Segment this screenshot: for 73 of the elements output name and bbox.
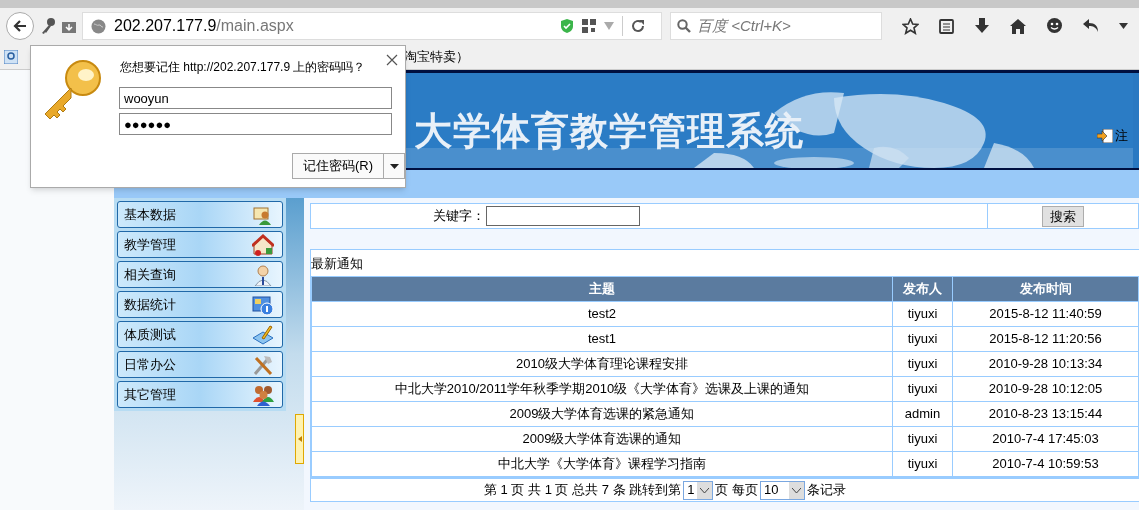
key-icon[interactable] bbox=[40, 17, 56, 35]
sidebar-item[interactable]: 体质测试 bbox=[117, 321, 283, 348]
table-cell: 中北大学《大学体育》课程学习指南 bbox=[311, 451, 893, 477]
pencil-icon bbox=[252, 323, 274, 346]
close-icon[interactable] bbox=[386, 54, 398, 66]
table-cell: 2010-9-28 10:13:34 bbox=[952, 351, 1139, 377]
table-cell: tiyuxi bbox=[892, 451, 953, 477]
back-button[interactable] bbox=[6, 12, 34, 40]
table-cell: 2010-9-28 10:12:05 bbox=[952, 376, 1139, 402]
caret-icon bbox=[792, 487, 802, 493]
search-icon bbox=[677, 19, 691, 33]
bookmark-icon[interactable] bbox=[4, 49, 18, 64]
tools-icon bbox=[252, 353, 274, 376]
sidebar-item[interactable]: 数据统计 bbox=[117, 291, 283, 318]
table-cell: 2015-8-12 11:40:59 bbox=[952, 301, 1139, 327]
sidebar-item[interactable]: 相关查询 bbox=[117, 261, 283, 288]
sidebar-item[interactable]: 其它管理 bbox=[117, 381, 283, 408]
remember-password-button[interactable]: 记住密码(R) bbox=[293, 154, 385, 178]
table-cell: 2010-8-23 13:15:44 bbox=[952, 401, 1139, 427]
page-size-select[interactable]: 10 bbox=[760, 480, 806, 500]
table-cell: tiyuxi bbox=[892, 326, 953, 352]
page-select[interactable]: 1 bbox=[683, 480, 714, 500]
column-header: 发布人 bbox=[892, 276, 953, 302]
clipboard-icon[interactable] bbox=[939, 18, 954, 34]
table-cell: 2010-7-4 10:59:53 bbox=[952, 451, 1139, 477]
star-icon[interactable] bbox=[902, 17, 919, 35]
keyword-label: 关键字： bbox=[432, 207, 485, 226]
table-cell: tiyuxi bbox=[892, 376, 953, 402]
table-cell: 2010级大学体育理论课程安排 bbox=[311, 351, 893, 377]
sidebar-item[interactable]: 日常办公 bbox=[117, 351, 283, 378]
sidebar-toggle[interactable] bbox=[295, 414, 304, 464]
table-cell: test2 bbox=[311, 301, 893, 327]
download-icon[interactable] bbox=[974, 18, 990, 34]
column-header: 主题 bbox=[311, 276, 893, 302]
download-box-icon[interactable] bbox=[62, 19, 76, 33]
undo-icon[interactable] bbox=[1083, 19, 1099, 33]
prompt-message: 您想要记住 http://202.207.177.9 上的密码吗？ bbox=[120, 59, 366, 76]
pager-text: 条记录 bbox=[807, 481, 847, 500]
keyword-field[interactable] bbox=[486, 206, 640, 226]
table-cell: tiyuxi bbox=[892, 301, 953, 327]
table-cell: 2010-7-4 17:45:03 bbox=[952, 426, 1139, 452]
home-icon[interactable] bbox=[1010, 18, 1026, 34]
table-cell: 2015-8-12 11:20:56 bbox=[952, 326, 1139, 352]
logout-icon[interactable] bbox=[1097, 128, 1113, 143]
column-header: 发布时间 bbox=[952, 276, 1139, 302]
smiley-icon[interactable] bbox=[1046, 18, 1063, 34]
table-cell: 2009级大学体育选课的通知 bbox=[311, 426, 893, 452]
house-icon bbox=[252, 233, 274, 256]
pager-text: 第 1 页 共 1 页 总共 7 条 跳转到第 bbox=[483, 481, 682, 500]
table-cell: 中北大学2010/2011学年秋季学期2010级《大学体育》选课及上课的通知 bbox=[311, 376, 893, 402]
search-field[interactable]: 百度 <Ctrl+K> bbox=[670, 12, 882, 40]
sidebar-item[interactable]: 教学管理 bbox=[117, 231, 283, 258]
collapse-arrow-icon bbox=[297, 436, 302, 442]
table-cell: tiyuxi bbox=[892, 351, 953, 377]
table-cell: admin bbox=[892, 401, 953, 427]
people-icon bbox=[252, 383, 274, 406]
table-cell: 2009级大学体育选课的紧急通知 bbox=[311, 401, 893, 427]
caret-icon bbox=[700, 487, 710, 493]
logout-link[interactable]: 注 bbox=[1115, 126, 1128, 146]
password-field[interactable]: ●●●●●● bbox=[119, 113, 392, 135]
table-cell: tiyuxi bbox=[892, 426, 953, 452]
search-button[interactable]: 搜索 bbox=[1042, 205, 1084, 227]
info-window-icon bbox=[252, 293, 274, 316]
section-title: 最新通知 bbox=[311, 254, 364, 273]
pager-text: 页 每页 bbox=[715, 481, 759, 500]
menu-caret-icon[interactable] bbox=[1119, 23, 1128, 29]
username-field[interactable]: wooyun bbox=[119, 87, 392, 109]
system-title: 大学体育教学管理系统 bbox=[414, 109, 804, 154]
sidebar-item[interactable]: 基本数据 bbox=[117, 201, 283, 228]
back-arrow-icon bbox=[13, 19, 27, 33]
dropdown-button[interactable] bbox=[384, 154, 405, 178]
table-cell: test1 bbox=[311, 326, 893, 352]
person-icon bbox=[252, 263, 274, 286]
